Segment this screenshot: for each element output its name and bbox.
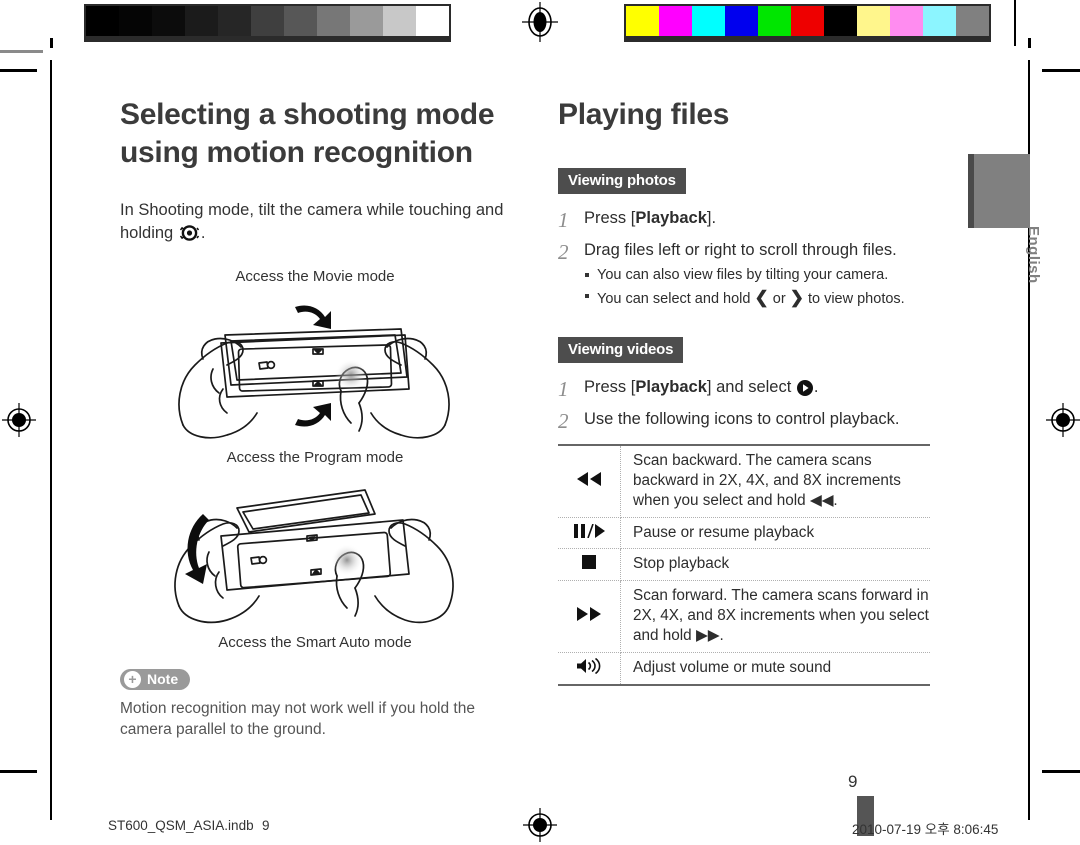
intro-text-after: . (200, 224, 206, 243)
gray-patch (416, 6, 449, 36)
step-number: 2 (558, 240, 569, 265)
note-badge: + Note (120, 668, 191, 690)
note-badge-label: Note (147, 671, 179, 688)
cell-text: Scan backward. The camera scans backward… (633, 451, 901, 510)
page-edge-center-left (1014, 0, 1016, 46)
gray-patch (119, 6, 152, 36)
page-title-left: Selecting a shooting mode using motion r… (120, 98, 495, 170)
color-patch-gray (956, 6, 989, 36)
page-title-right: Playing files (558, 98, 730, 131)
table-row: Scan backward. The camera scans backward… (558, 443, 930, 518)
note-block: + Note Motion recognition may not work w… (120, 668, 510, 741)
cell-text: Scan forward. The camera scans forward i… (633, 586, 929, 645)
color-patch-blue (725, 6, 758, 36)
gray-patch (350, 6, 383, 36)
step-text: Press [Playback]. (584, 209, 717, 228)
bullet-item: You can also view files by tilting your … (584, 265, 938, 286)
table-cell-description: Scan forward. The camera scans forward i… (620, 580, 930, 653)
color-patch-magenta (659, 6, 692, 36)
fast-forward-icon (558, 580, 621, 653)
list-item: 2 Use the following icons to control pla… (558, 409, 938, 434)
play-circle-icon (796, 380, 813, 401)
figure-two-illustration (120, 474, 510, 632)
step-text: Use the following icons to control playb… (584, 410, 900, 429)
table-row: Pause or resume playback (558, 517, 930, 550)
color-patch-light-yellow (857, 6, 890, 36)
gray-patch (383, 6, 416, 36)
figure-two-caption-bottom: Access the Smart Auto mode (218, 633, 412, 651)
print-footer: ST600_QSM_ASIA.indb 9 2010-07-19 오후 8:06… (0, 806, 1080, 845)
viewing-videos-steps: 1 Press [Playback] and select . 2 Use th… (558, 377, 938, 434)
right-column: Playing files Viewing photos 1 Press [Pl… (558, 96, 938, 686)
page-number: 9 (848, 772, 858, 791)
color-patch-light-cyan (923, 6, 956, 36)
table-cell-description: Adjust volume or mute sound (620, 652, 930, 686)
viewing-photos-steps: 1 Press [Playback]. 2 Drag files left or… (558, 208, 938, 310)
figure-one-illustration (120, 285, 510, 445)
pause-play-icon (558, 517, 621, 550)
gray-patch (317, 6, 350, 36)
language-tab-label: English (1025, 226, 1042, 284)
gray-patch (86, 6, 119, 36)
section-chip-viewing-videos: Viewing videos (558, 337, 684, 364)
table-row: Stop playback (558, 548, 930, 581)
color-patch-red (791, 6, 824, 36)
step-text: Press [Playback] and select . (584, 377, 938, 401)
color-patch-black (824, 6, 857, 36)
step-text: Drag files left or right to scroll throu… (584, 240, 938, 310)
gray-patch (185, 6, 218, 36)
page-content: Selecting a shooting mode using motion r… (0, 46, 1080, 836)
step-number: 1 (558, 208, 569, 233)
table-cell-description: Pause or resume playback (620, 517, 930, 550)
intro-paragraph: In Shooting mode, tilt the camera while … (120, 199, 510, 250)
table-cell-description: Stop playback (620, 548, 930, 581)
intro-text-before: In Shooting mode, tilt the camera while … (120, 200, 504, 243)
print-calibration-strip (0, 0, 1080, 46)
table-row: Adjust volume or mute sound (558, 652, 930, 686)
section-chip-viewing-photos: Viewing photos (558, 168, 686, 195)
table-row: Scan forward. The camera scans forward i… (558, 580, 930, 653)
footer-file-name: ST600_QSM_ASIA.indb (108, 818, 254, 833)
stop-icon (558, 548, 621, 581)
volume-icon (558, 652, 621, 686)
step-sentence: Drag files left or right to scroll throu… (584, 241, 897, 260)
rewind-icon (558, 443, 621, 518)
gray-patch (284, 6, 317, 36)
left-column: Selecting a shooting mode using motion r… (120, 96, 510, 740)
color-patch-yellow (626, 6, 659, 36)
plus-circle-icon: + (124, 670, 141, 688)
color-calibration-bar (624, 4, 991, 42)
step-bullets: You can also view files by tilting your … (584, 265, 938, 311)
table-cell-description: Scan backward. The camera scans backward… (620, 443, 930, 518)
list-item: 1 Press [Playback] and select . (558, 377, 938, 402)
footer-page-number: 9 (262, 818, 270, 833)
color-patch-light-magenta (890, 6, 923, 36)
step-number: 2 (558, 409, 569, 434)
footer-timestamp: 2010-07-19 오후 8:06:45 (852, 822, 999, 837)
grayscale-calibration-bar (84, 4, 451, 42)
arrow-left-icon: ❮ (754, 287, 769, 307)
language-tab-marker (968, 154, 1030, 228)
step-keyword: Playback (635, 378, 707, 397)
registration-target-icon (522, 2, 558, 42)
color-patch-green (758, 6, 791, 36)
note-text: Motion recognition may not work well if … (120, 699, 475, 738)
arrow-right-icon: ❯ (789, 287, 804, 307)
touch-and-hold-icon (179, 224, 200, 249)
step-keyword: Playback (635, 209, 707, 228)
bullet-item: You can select and hold ❮ or ❯ to view p… (584, 286, 938, 311)
gray-patch (152, 6, 185, 36)
figure-one-caption-top: Access the Movie mode (235, 267, 395, 285)
step-number: 1 (558, 377, 569, 402)
list-item: 1 Press [Playback]. (558, 208, 938, 233)
color-patch-cyan (692, 6, 725, 36)
gray-patch (218, 6, 251, 36)
list-item: 2 Drag files left or right to scroll thr… (558, 240, 938, 310)
figure-one-caption-bottom: Access the Program mode (226, 448, 404, 466)
playback-controls-table: Scan backward. The camera scans backward… (558, 443, 930, 686)
gray-patch (251, 6, 284, 36)
